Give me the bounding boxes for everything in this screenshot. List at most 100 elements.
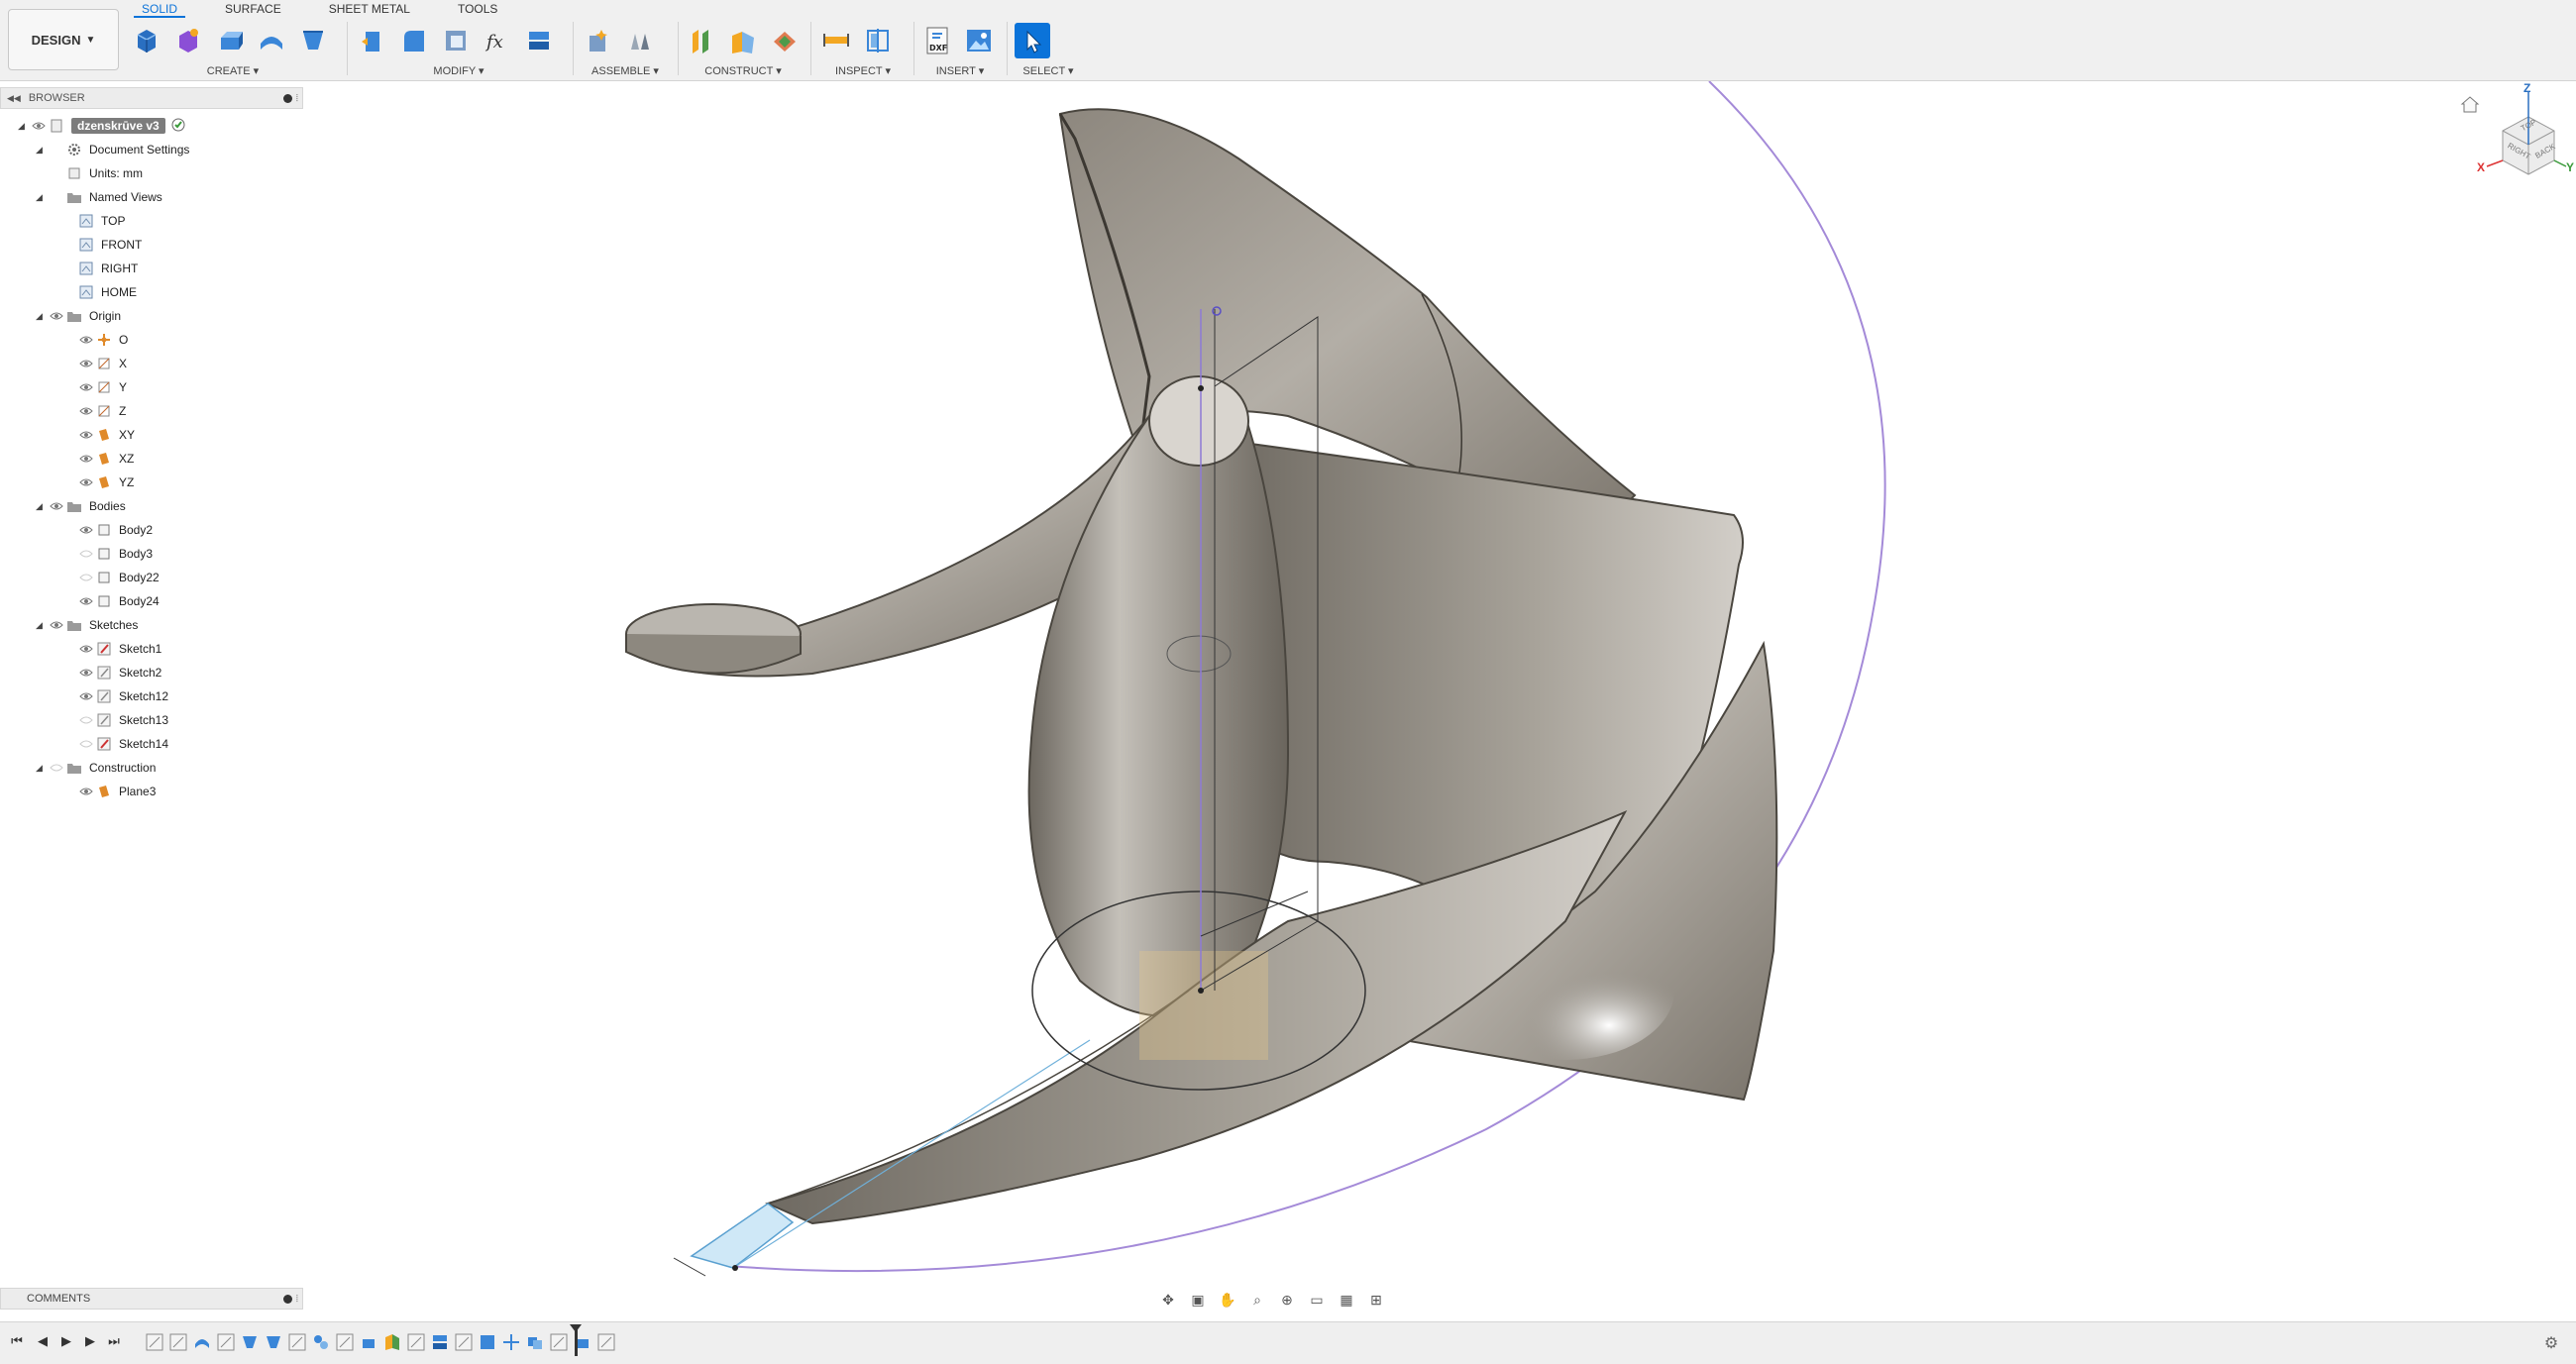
inspect-menu-label[interactable]: INSPECT bbox=[835, 65, 882, 77]
visibility-eye-icon[interactable] bbox=[77, 643, 95, 655]
workspace-switcher-button[interactable]: DESIGN ▼ bbox=[8, 9, 119, 70]
expand-triangle-icon[interactable]: ◢ bbox=[36, 311, 48, 322]
expand-triangle-icon[interactable]: ◢ bbox=[36, 501, 48, 512]
timeline-marker[interactable] bbox=[570, 1324, 582, 1356]
timeline-sketch-icon[interactable] bbox=[168, 1332, 188, 1352]
visibility-eye-icon[interactable] bbox=[77, 786, 95, 797]
visibility-eye-icon[interactable] bbox=[77, 381, 95, 393]
tab-surface[interactable]: SURFACE bbox=[217, 0, 289, 18]
tree-sketch[interactable]: Sketch1 bbox=[77, 638, 161, 660]
selected-face[interactable] bbox=[690, 1203, 795, 1269]
grid-settings-icon[interactable]: ▦ bbox=[1336, 1289, 1357, 1311]
expand-triangle-icon[interactable]: ◢ bbox=[36, 620, 48, 631]
visibility-eye-icon[interactable] bbox=[48, 310, 65, 322]
select-menu-label[interactable]: SELECT bbox=[1022, 65, 1065, 77]
tree-axis-z[interactable]: Z bbox=[77, 400, 126, 422]
orbit-icon[interactable]: ✥ bbox=[1157, 1289, 1179, 1311]
visibility-eye-icon[interactable] bbox=[77, 405, 95, 417]
tree-origin[interactable]: ◢ Origin bbox=[36, 305, 121, 327]
tree-view-top[interactable]: TOP bbox=[77, 210, 125, 232]
assemble-menu-label[interactable]: ASSEMBLE bbox=[591, 65, 650, 77]
tree-axis-y[interactable]: Y bbox=[77, 376, 127, 398]
tree-body[interactable]: Body3 bbox=[77, 543, 153, 565]
tree-body[interactable]: Body22 bbox=[77, 567, 160, 588]
panel-grip-icon[interactable]: ⦙ bbox=[296, 93, 298, 104]
viewports-icon[interactable]: ⊞ bbox=[1365, 1289, 1387, 1311]
visibility-eye-icon[interactable] bbox=[77, 358, 95, 369]
measure-icon[interactable] bbox=[818, 23, 854, 58]
tab-solid[interactable]: SOLID bbox=[134, 0, 186, 18]
timeline-body-icon[interactable] bbox=[478, 1332, 497, 1352]
timeline-sketch-icon[interactable] bbox=[596, 1332, 616, 1352]
tree-sketch[interactable]: Sketch12 bbox=[77, 685, 168, 707]
timeline-sketch-icon[interactable] bbox=[406, 1332, 426, 1352]
zoom-icon[interactable]: ⌕ bbox=[1246, 1289, 1268, 1311]
fillet-icon[interactable] bbox=[396, 23, 432, 58]
tree-units[interactable]: Units: mm bbox=[65, 162, 143, 184]
expand-triangle-icon[interactable]: ◢ bbox=[18, 121, 30, 132]
tree-sketch[interactable]: Sketch14 bbox=[77, 733, 168, 755]
tree-body[interactable]: Body24 bbox=[77, 590, 160, 612]
split-body-icon[interactable] bbox=[521, 23, 557, 58]
create-form-icon[interactable] bbox=[170, 23, 206, 58]
shell-icon[interactable] bbox=[438, 23, 474, 58]
tree-view-front[interactable]: FRONT bbox=[77, 234, 142, 256]
press-pull-icon[interactable] bbox=[355, 23, 390, 58]
tree-named-views[interactable]: ◢ Named Views bbox=[36, 186, 162, 208]
timeline-split-icon[interactable] bbox=[430, 1332, 450, 1352]
tree-axis-x[interactable]: X bbox=[77, 353, 127, 374]
tree-sketch[interactable]: Sketch2 bbox=[77, 662, 161, 683]
visibility-eye-icon[interactable] bbox=[77, 334, 95, 346]
timeline-combine-icon[interactable] bbox=[525, 1332, 545, 1352]
insert-image-icon[interactable] bbox=[961, 23, 997, 58]
create-menu-label[interactable]: CREATE bbox=[207, 65, 251, 77]
new-component-assembly-icon[interactable] bbox=[581, 23, 616, 58]
construct-menu-label[interactable]: CONSTRUCT bbox=[704, 65, 773, 77]
tree-view-right[interactable]: RIGHT bbox=[77, 258, 138, 279]
visibility-eye-icon[interactable] bbox=[77, 524, 95, 536]
offset-plane-icon[interactable] bbox=[684, 23, 719, 58]
tab-tools[interactable]: TOOLS bbox=[450, 0, 505, 18]
tree-document-settings[interactable]: ◢ Document Settings bbox=[36, 139, 189, 160]
step-forward-icon[interactable]: ▶ bbox=[79, 1330, 101, 1352]
tree-construction[interactable]: ◢ Construction bbox=[36, 757, 156, 779]
tree-construction-plane[interactable]: Plane3 bbox=[77, 781, 156, 802]
visibility-eye-icon[interactable] bbox=[77, 429, 95, 441]
play-icon[interactable]: ▶ bbox=[55, 1330, 77, 1352]
hidden-eye-icon[interactable] bbox=[77, 572, 95, 583]
pan-hand-icon[interactable]: ✋ bbox=[1217, 1289, 1238, 1311]
visibility-eye-icon[interactable] bbox=[48, 500, 65, 512]
timeline-sketch-icon[interactable] bbox=[145, 1332, 164, 1352]
hidden-eye-icon[interactable] bbox=[48, 762, 65, 774]
joint-icon[interactable] bbox=[622, 23, 658, 58]
collapse-panel-icon[interactable]: ◀◀ bbox=[7, 93, 21, 104]
extrude-icon[interactable] bbox=[212, 23, 248, 58]
display-settings-icon[interactable]: ▭ bbox=[1306, 1289, 1328, 1311]
tab-sheet-metal[interactable]: SHEET METAL bbox=[321, 0, 418, 18]
visibility-eye-icon[interactable] bbox=[77, 453, 95, 465]
tree-sketch[interactable]: Sketch13 bbox=[77, 709, 168, 731]
section-analysis-icon[interactable] bbox=[860, 23, 896, 58]
viewcube[interactable]: Z X Y TOP RIGHT BACK bbox=[2471, 81, 2576, 200]
timeline-sketch-icon[interactable] bbox=[216, 1332, 236, 1352]
insert-dxf-icon[interactable]: DXF bbox=[919, 23, 955, 58]
visibility-eye-icon[interactable] bbox=[77, 667, 95, 679]
expand-triangle-icon[interactable]: ◢ bbox=[36, 763, 48, 774]
panel-grip-icon[interactable]: ⦙ bbox=[296, 1294, 298, 1305]
timeline-pattern-icon[interactable] bbox=[311, 1332, 331, 1352]
expand-triangle-icon[interactable]: ◢ bbox=[36, 145, 48, 156]
timeline-settings-gear-icon[interactable]: ⚙ bbox=[2540, 1332, 2562, 1354]
timeline-sweep-icon[interactable] bbox=[264, 1332, 283, 1352]
comments-panel[interactable]: COMMENTS ⦙ bbox=[0, 1288, 303, 1310]
pin-icon[interactable] bbox=[282, 1294, 292, 1304]
tree-origin-point[interactable]: O bbox=[77, 329, 128, 351]
visibility-eye-icon[interactable] bbox=[77, 476, 95, 488]
new-component-icon[interactable] bbox=[129, 23, 164, 58]
tree-plane-xy[interactable]: XY bbox=[77, 424, 135, 446]
timeline-sketch-icon[interactable] bbox=[287, 1332, 307, 1352]
sweep-icon[interactable] bbox=[295, 23, 331, 58]
tree-plane-xz[interactable]: XZ bbox=[77, 448, 134, 470]
hidden-eye-icon[interactable] bbox=[77, 738, 95, 750]
pin-icon[interactable] bbox=[282, 93, 292, 103]
tree-sketches[interactable]: ◢ Sketches bbox=[36, 614, 138, 636]
